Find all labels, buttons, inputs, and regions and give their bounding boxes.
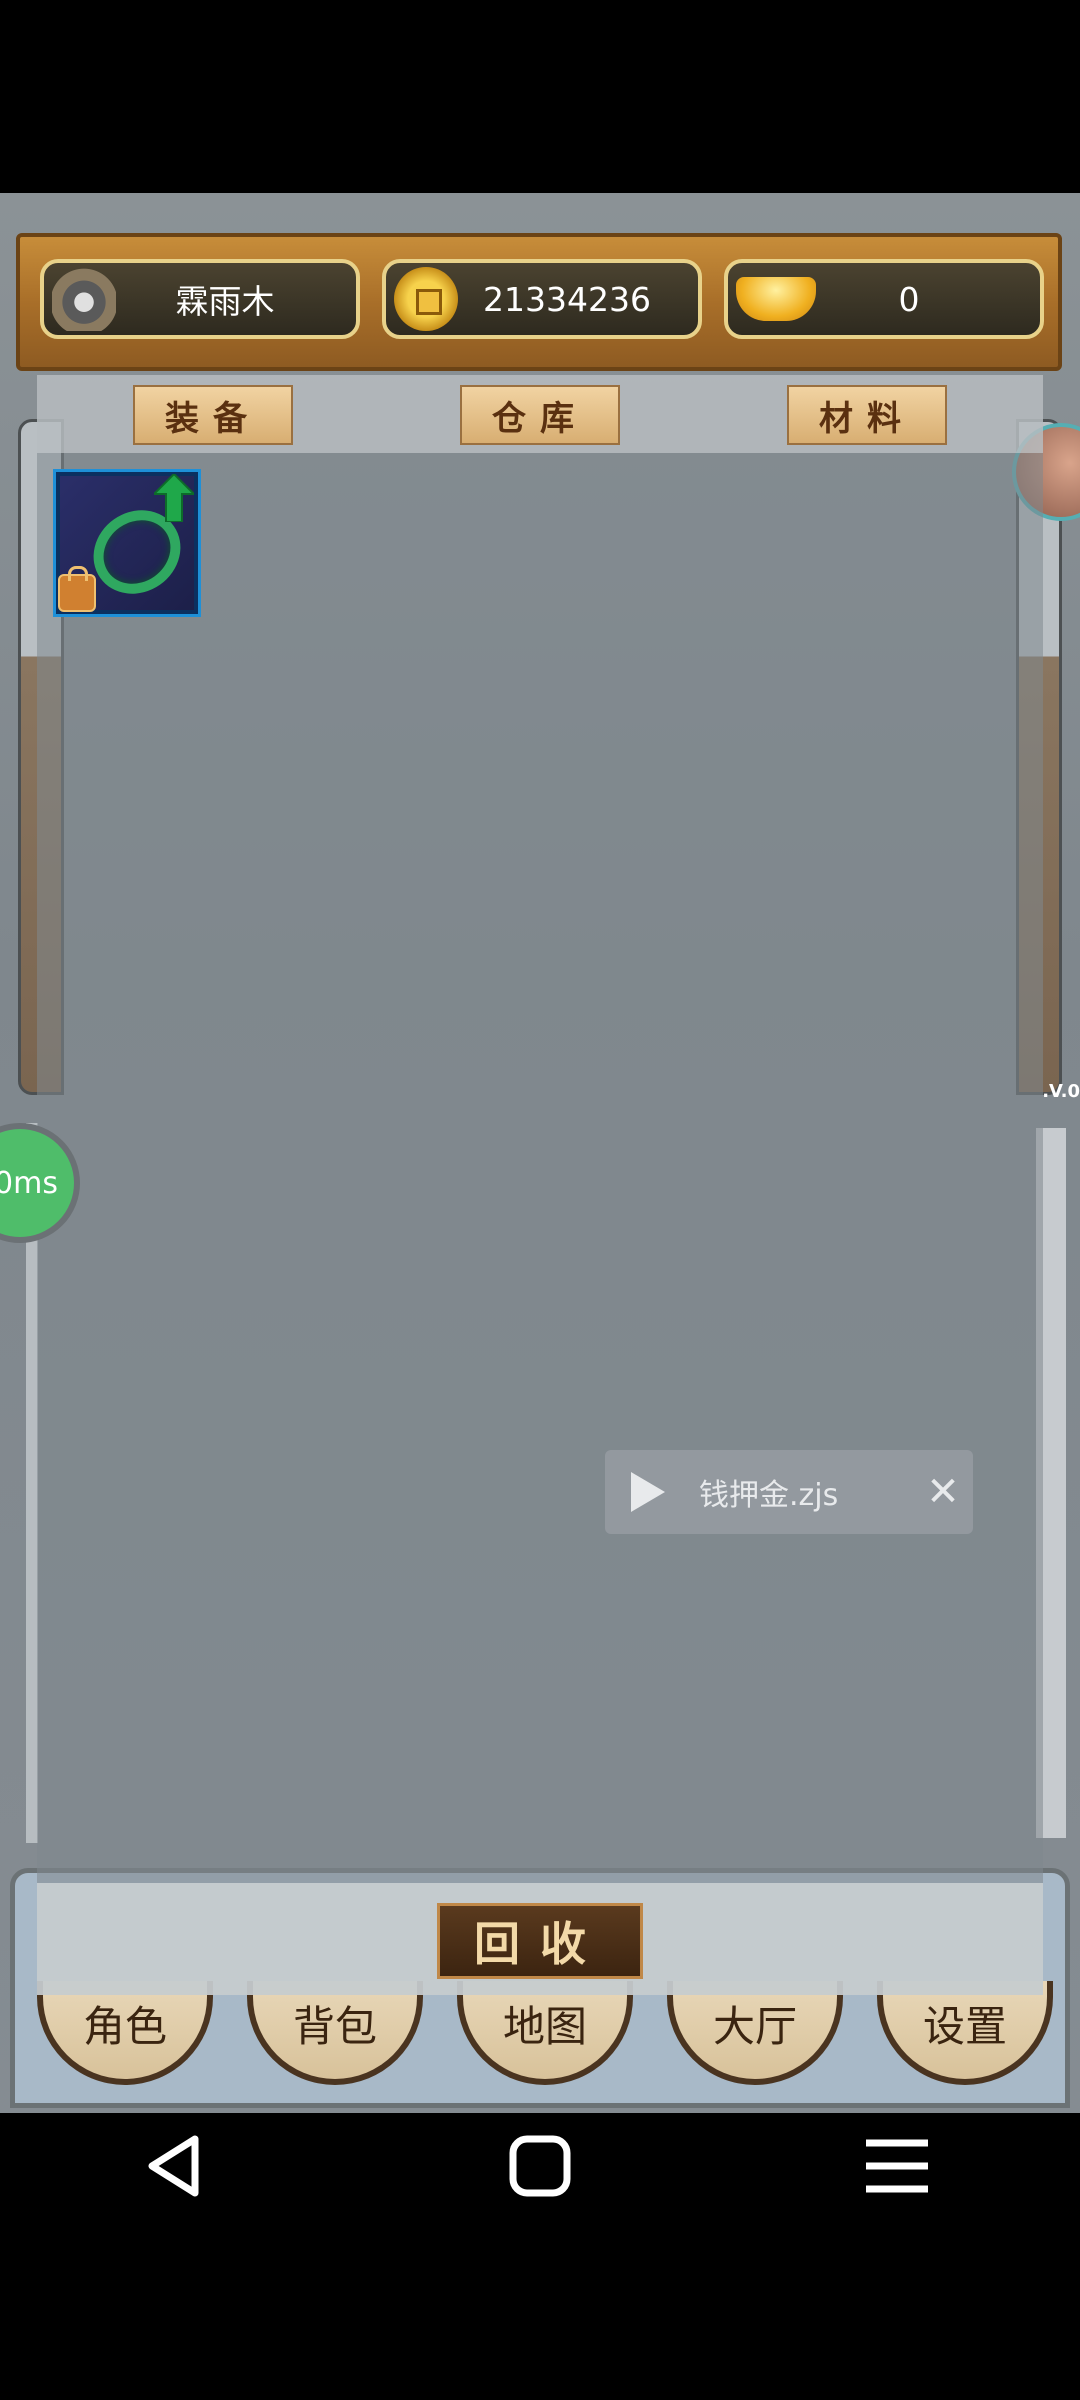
coin-count: 21334236 (483, 279, 651, 319)
system-nav-bar (0, 2113, 1080, 2213)
gold-ingot-icon (736, 277, 816, 321)
game-screen: .V.0 角色 背包 地图 大厅 设置 霖雨木 21334236 0 装备 仓库… (0, 193, 1080, 2113)
home-icon[interactable] (505, 2131, 575, 2201)
ingot-box[interactable]: 0 (724, 259, 1044, 339)
player-name-box[interactable]: 霖雨木 (40, 259, 360, 339)
inventory-tabs: 装备 仓库 材料 (37, 375, 1043, 453)
close-icon[interactable]: ✕ (913, 1469, 973, 1515)
inventory-panel: 装备 仓库 材料 (37, 375, 1043, 1995)
resource-bar: 霖雨木 21334236 0 (16, 233, 1062, 371)
tab-warehouse[interactable]: 仓库 (460, 385, 620, 445)
nav-lobby-button[interactable]: 大厅 (667, 1981, 843, 2085)
coin-icon (394, 267, 458, 331)
nav-settings-button[interactable]: 设置 (877, 1981, 1053, 2085)
hero-avatar-icon (52, 267, 116, 331)
toast-label: 钱押金.zjs (699, 1478, 839, 1513)
tab-materials[interactable]: 材料 (787, 385, 947, 445)
nav-character-button[interactable]: 角色 (37, 1981, 213, 2085)
recycle-button[interactable]: 回收 (437, 1903, 643, 1979)
player-name: 霖雨木 (175, 282, 275, 321)
script-toast[interactable]: 钱押金.zjs ✕ (605, 1450, 973, 1534)
inventory-slot[interactable] (53, 469, 201, 617)
play-icon[interactable] (631, 1472, 665, 1512)
nav-map-button[interactable]: 地图 (457, 1981, 633, 2085)
action-bar: 回收 (37, 1883, 1043, 1995)
coin-box[interactable]: 21334236 (382, 259, 702, 339)
version-label: .V.0 (1042, 1081, 1080, 1102)
back-icon[interactable] (140, 2131, 210, 2201)
nav-bag-button[interactable]: 背包 (247, 1981, 423, 2085)
tab-equipment[interactable]: 装备 (133, 385, 293, 445)
lock-icon (58, 566, 96, 612)
upgrade-arrow-icon (154, 474, 194, 522)
ingot-count: 0 (898, 279, 920, 319)
menu-icon[interactable] (862, 2131, 932, 2201)
